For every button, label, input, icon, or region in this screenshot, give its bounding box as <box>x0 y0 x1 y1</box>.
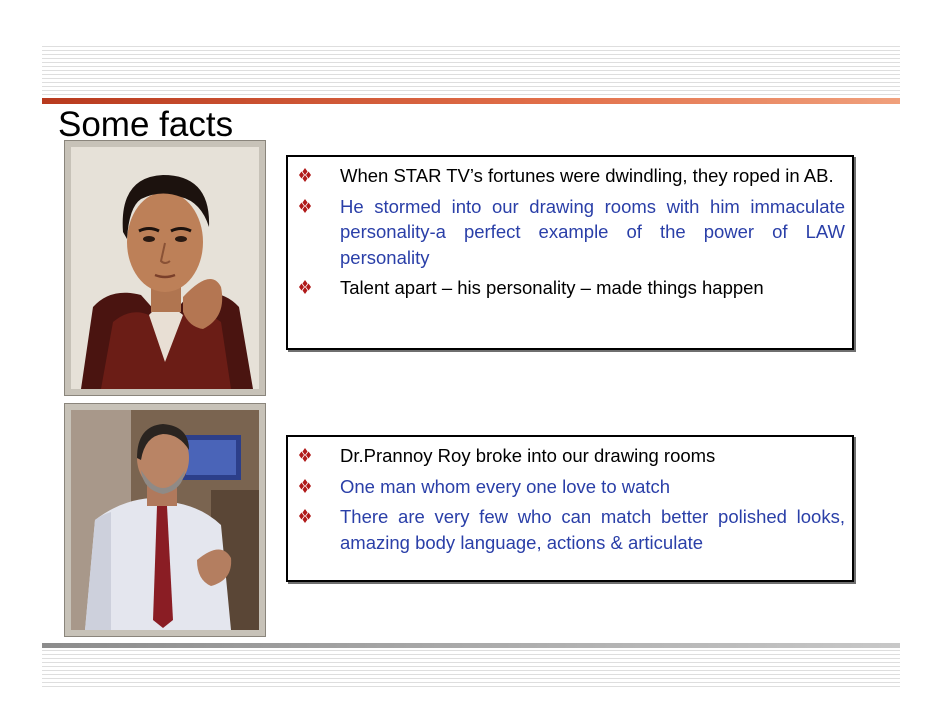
facts-box-2: Dr.Prannoy Roy broke into our drawing ro… <box>286 435 854 582</box>
list-item: There are very few who can match better … <box>288 504 852 555</box>
list-item: Talent apart – his personality – made th… <box>288 275 852 301</box>
photo-portrait-2 <box>64 403 266 637</box>
fact-text: Talent apart – his personality – made th… <box>340 277 764 298</box>
fact-text: Dr.Prannoy Roy broke into our drawing ro… <box>340 445 716 466</box>
portrait-2-image <box>71 410 259 630</box>
list-item: He stormed into our drawing rooms with h… <box>288 194 852 271</box>
footer-stripes <box>42 650 900 690</box>
facts-box-1: When STAR TV’s fortunes were dwindling, … <box>286 155 854 350</box>
list-item: One man whom every one love to watch <box>288 474 852 500</box>
header-stripes <box>42 46 900 96</box>
four-diamond-bullet-icon <box>299 478 311 493</box>
four-diamond-bullet-icon <box>299 448 311 462</box>
four-diamond-bullet-icon <box>299 198 311 213</box>
fact-text: When STAR TV’s fortunes were dwindling, … <box>340 165 834 186</box>
list-item: When STAR TV’s fortunes were dwindling, … <box>288 163 852 189</box>
four-diamond-bullet-icon <box>299 509 311 523</box>
fact-text: He stormed into our drawing rooms with h… <box>340 195 845 268</box>
footer-rule <box>42 643 900 648</box>
facts-list-2: Dr.Prannoy Roy broke into our drawing ro… <box>288 443 852 555</box>
four-diamond-bullet-icon <box>299 280 311 294</box>
four-diamond-bullet-icon <box>299 168 311 182</box>
portrait-1-image <box>71 147 259 389</box>
list-item: Dr.Prannoy Roy broke into our drawing ro… <box>288 443 852 469</box>
fact-text: There are very few who can match better … <box>340 506 845 553</box>
fact-text: One man whom every one love to watch <box>340 475 671 497</box>
facts-list-1: When STAR TV’s fortunes were dwindling, … <box>288 163 852 301</box>
photo-portrait-1 <box>64 140 266 396</box>
